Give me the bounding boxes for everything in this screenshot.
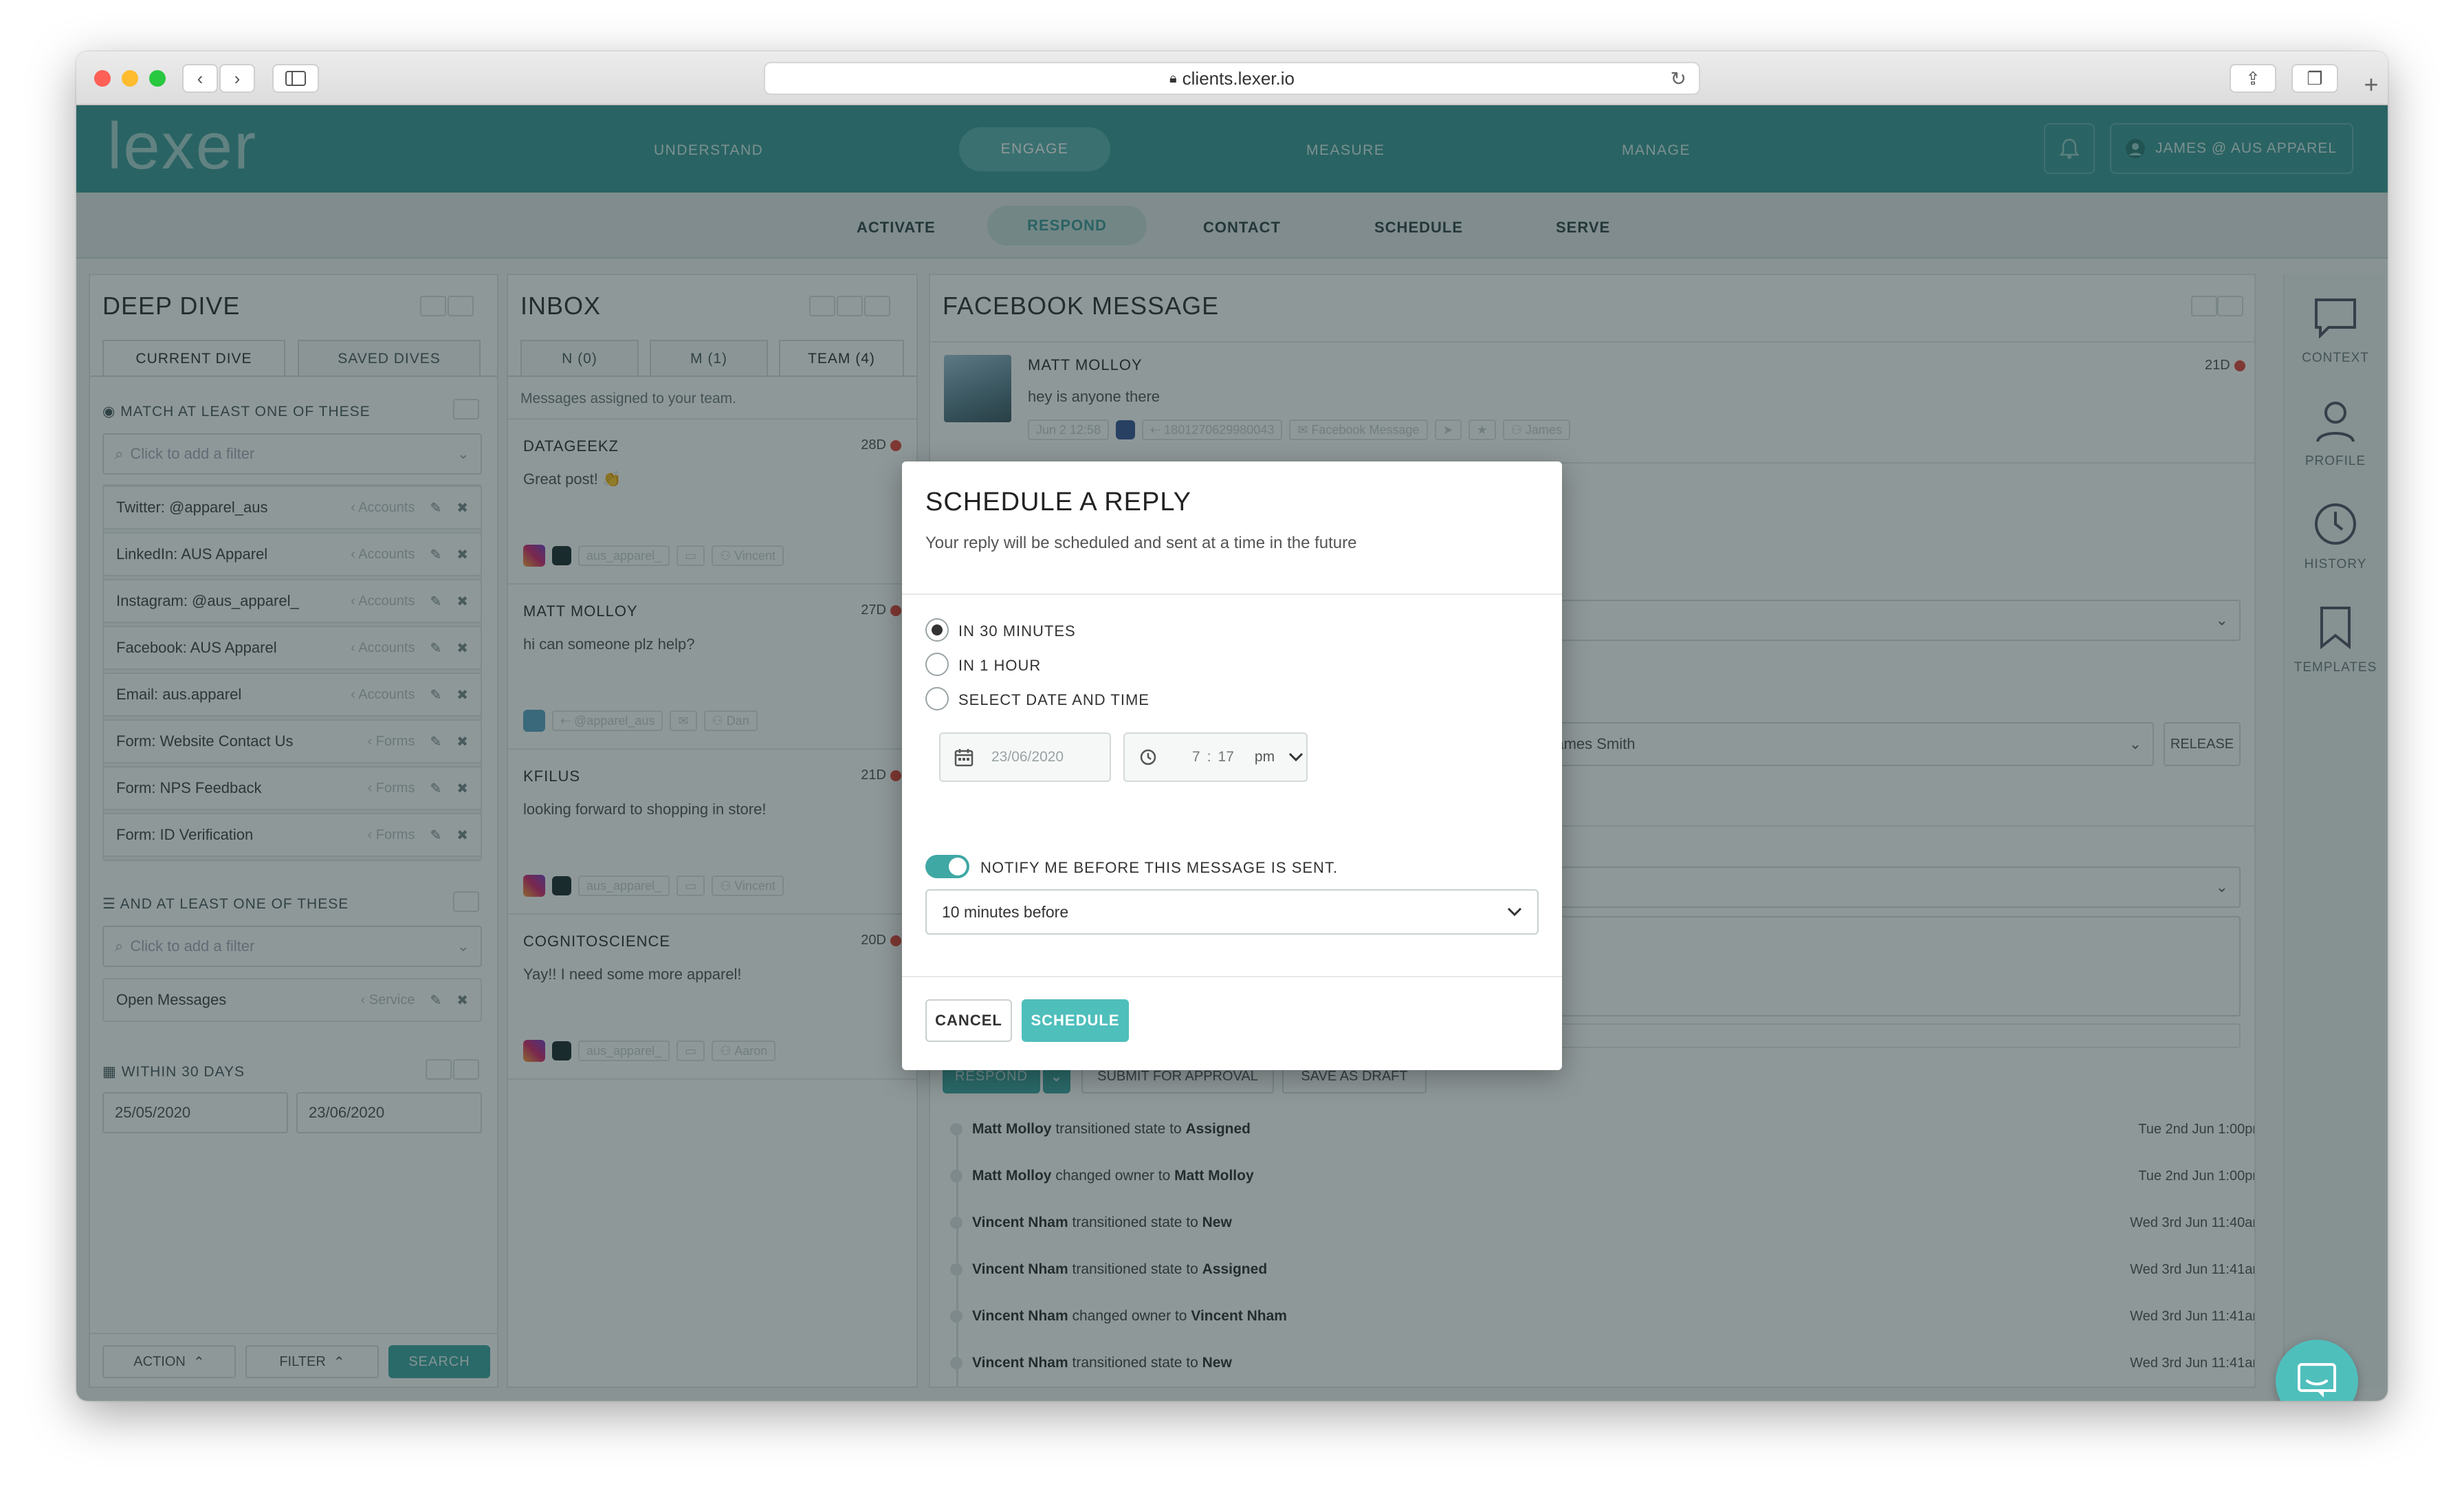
browser-window: ‹ › 🔒︎ clients.lexer.io ↻ ⇪ ❐ + lexer UN… (76, 52, 2388, 1401)
radio-select-date-time[interactable] (925, 687, 949, 710)
radio-1-hour[interactable] (925, 653, 949, 676)
reload-icon[interactable]: ↻ (1671, 67, 1686, 90)
schedule-button[interactable]: SCHEDULE (1022, 999, 1129, 1042)
lexer-app: lexer UNDERSTAND ENGAGE MEASURE MANAGE J… (76, 105, 2388, 1401)
address-bar[interactable]: 🔒︎ clients.lexer.io ↻ (764, 62, 1700, 95)
date-value: 23/06/2020 (991, 749, 1064, 765)
chevron-down-icon (1507, 907, 1522, 917)
time-separator: : (1207, 749, 1211, 765)
time-minute[interactable]: 17 (1218, 749, 1234, 765)
cancel-button[interactable]: CANCEL (925, 999, 1012, 1042)
modal-title: SCHEDULE A REPLY (925, 488, 1192, 516)
chevron-down-icon (1289, 752, 1304, 762)
share-icon[interactable]: ⇪ (2230, 64, 2276, 93)
modal-subtitle: Your reply will be scheduled and sent at… (925, 534, 1357, 552)
radio-30-minutes[interactable] (925, 618, 949, 642)
url-text: clients.lexer.io (1182, 67, 1295, 89)
calendar-icon (954, 749, 974, 767)
modal-header-divider (902, 594, 1562, 595)
modal-footer-divider (902, 976, 1562, 977)
forward-icon[interactable]: › (219, 64, 255, 93)
option-30-minutes-label: IN 30 MINUTES (958, 622, 1076, 640)
notify-toggle[interactable] (925, 855, 969, 878)
chat-icon (2298, 1363, 2336, 1397)
time-picker-input[interactable]: 7 : 17 pm (1123, 732, 1308, 782)
time-hour[interactable]: 7 (1192, 749, 1200, 765)
notify-timing-select[interactable]: 10 minutes before (925, 889, 1539, 935)
notify-label: NOTIFY ME BEFORE THIS MESSAGE IS SENT. (980, 859, 1339, 876)
new-tab-icon[interactable]: + (2355, 64, 2388, 105)
date-picker-input[interactable]: 23/06/2020 (939, 732, 1111, 782)
option-date-time-label: SELECT DATE AND TIME (958, 691, 1150, 708)
zoom-window-button[interactable] (149, 70, 166, 87)
close-window-button[interactable] (94, 70, 111, 87)
back-icon[interactable]: ‹ (182, 64, 218, 93)
browser-toolbar: ‹ › 🔒︎ clients.lexer.io ↻ ⇪ ❐ + (76, 52, 2388, 105)
notify-timing-value: 10 minutes before (942, 902, 1069, 921)
minimize-window-button[interactable] (122, 70, 138, 87)
option-1-hour-label: IN 1 HOUR (958, 657, 1042, 674)
clock-icon (1140, 749, 1156, 765)
tabs-overview-icon[interactable]: ❐ (2291, 64, 2338, 93)
lock-icon: 🔒︎ (1169, 70, 1177, 86)
sidebar-toggle-icon[interactable] (272, 64, 319, 93)
time-ampm[interactable]: pm (1255, 749, 1275, 765)
schedule-reply-modal: SCHEDULE A REPLY Your reply will be sche… (902, 461, 1562, 1070)
